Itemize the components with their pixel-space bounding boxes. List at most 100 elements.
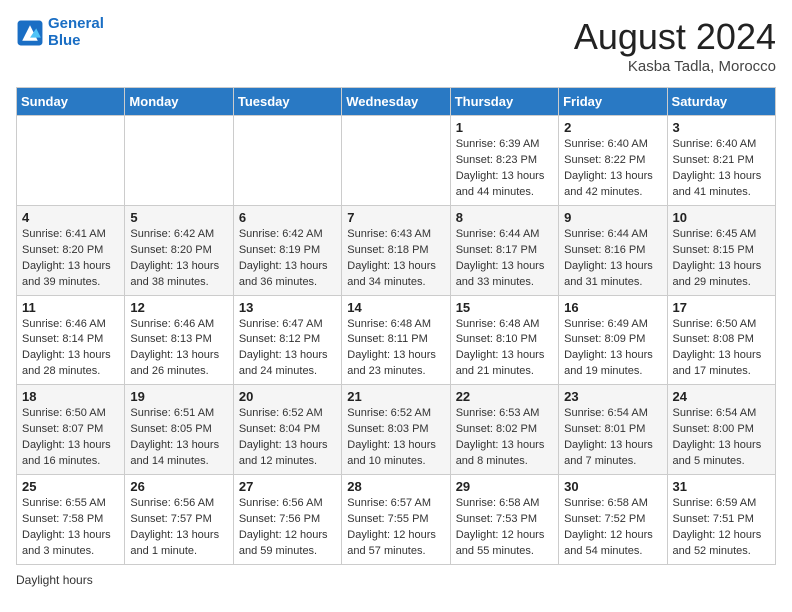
day-cell [233,116,341,206]
day-info: Sunrise: 6:48 AMSunset: 8:10 PMDaylight:… [456,317,553,381]
day-info: Sunrise: 6:40 AMSunset: 8:21 PMDaylight:… [673,137,770,201]
day-number: 23 [564,389,661,404]
day-number: 10 [673,210,770,225]
day-info: Sunrise: 6:58 AMSunset: 7:53 PMDaylight:… [456,496,553,560]
day-number: 28 [347,479,444,494]
day-info: Sunrise: 6:44 AMSunset: 8:16 PMDaylight:… [564,227,661,291]
day-info: Sunrise: 6:54 AMSunset: 8:00 PMDaylight:… [673,406,770,470]
day-cell [125,116,233,206]
day-number: 22 [456,389,553,404]
day-info: Sunrise: 6:59 AMSunset: 7:51 PMDaylight:… [673,496,770,560]
day-cell: 7Sunrise: 6:43 AMSunset: 8:18 PMDaylight… [342,205,450,295]
calendar-table: SundayMondayTuesdayWednesdayThursdayFrid… [16,87,776,565]
day-info: Sunrise: 6:50 AMSunset: 8:07 PMDaylight:… [22,406,119,470]
day-cell: 6 Sunrise: 6:42 AMSunset: 8:19 PMDaylight… [233,205,341,295]
day-cell: 10 Sunrise: 6:45 AMSunset: 8:15 PMDayligh… [667,205,775,295]
weekday-header-wednesday: Wednesday [342,88,450,116]
page-header: General Blue August 2024 Kasba Tadla, Mo… [16,16,776,75]
day-cell: 18 Sunrise: 6:50 AMSunset: 8:07 PMDayligh… [17,385,125,475]
weekday-header-saturday: Saturday [667,88,775,116]
day-number: 18 [22,389,119,404]
day-cell: 12Sunrise: 6:46 AMSunset: 8:13 PMDayligh… [125,295,233,385]
day-cell: 2Sunrise: 6:40 AMSunset: 8:22 PMDaylight… [559,116,667,206]
day-number: 29 [456,479,553,494]
day-number: 24 [673,389,770,404]
day-number: 13 [239,300,336,315]
day-info: Sunrise: 6:49 AMSunset: 8:09 PMDaylight:… [564,317,661,381]
day-number: 20 [239,389,336,404]
day-cell: 8Sunrise: 6:44 AMSunset: 8:17 PMDaylight… [450,205,558,295]
day-number: 12 [130,300,227,315]
footer-note: Daylight hours [16,573,776,587]
day-cell: 25 Sunrise: 6:55 AMSunset: 7:58 PMDayligh… [17,475,125,565]
day-cell: 5 Sunrise: 6:42 AMSunset: 8:20 PMDaylight… [125,205,233,295]
day-number: 3 [673,120,770,135]
weekday-header-thursday: Thursday [450,88,558,116]
day-info: Sunrise: 6:42 AMSunset: 8:19 PMDaylight:… [239,227,336,291]
day-info: Sunrise: 6:41 AMSunset: 8:20 PMDaylight:… [22,227,119,291]
day-info: Sunrise: 6:54 AMSunset: 8:01 PMDaylight:… [564,406,661,470]
week-row-3: 11Sunrise: 6:46 AMSunset: 8:14 PMDayligh… [17,295,776,385]
day-number: 9 [564,210,661,225]
day-number: 5 [130,210,227,225]
day-cell: 28 Sunrise: 6:57 AMSunset: 7:55 PMDayligh… [342,475,450,565]
day-number: 17 [673,300,770,315]
day-number: 25 [22,479,119,494]
day-cell [342,116,450,206]
day-cell: 13 Sunrise: 6:47 AMSunset: 8:12 PMDayligh… [233,295,341,385]
week-row-1: 1Sunrise: 6:39 AMSunset: 8:23 PMDaylight… [17,116,776,206]
day-info: Sunrise: 6:58 AMSunset: 7:52 PMDaylight:… [564,496,661,560]
day-number: 6 [239,210,336,225]
day-info: Sunrise: 6:52 AMSunset: 8:03 PMDaylight:… [347,406,444,470]
weekday-header-row: SundayMondayTuesdayWednesdayThursdayFrid… [17,88,776,116]
day-cell: 1Sunrise: 6:39 AMSunset: 8:23 PMDaylight… [450,116,558,206]
day-cell: 9 Sunrise: 6:44 AMSunset: 8:16 PMDaylight… [559,205,667,295]
day-cell: 20Sunrise: 6:52 AMSunset: 8:04 PMDayligh… [233,385,341,475]
day-info: Sunrise: 6:45 AMSunset: 8:15 PMDaylight:… [673,227,770,291]
weekday-header-sunday: Sunday [17,88,125,116]
week-row-2: 4Sunrise: 6:41 AMSunset: 8:20 PMDaylight… [17,205,776,295]
day-cell: 26Sunrise: 6:56 AMSunset: 7:57 PMDayligh… [125,475,233,565]
day-info: Sunrise: 6:47 AMSunset: 8:12 PMDaylight:… [239,317,336,381]
day-info: Sunrise: 6:50 AMSunset: 8:08 PMDaylight:… [673,317,770,381]
day-info: Sunrise: 6:48 AMSunset: 8:11 PMDaylight:… [347,317,444,381]
day-cell: 23 Sunrise: 6:54 AMSunset: 8:01 PMDayligh… [559,385,667,475]
day-cell: 3 Sunrise: 6:40 AMSunset: 8:21 PMDaylight… [667,116,775,206]
day-cell: 17 Sunrise: 6:50 AMSunset: 8:08 PMDayligh… [667,295,775,385]
day-cell: 31 Sunrise: 6:59 AMSunset: 7:51 PMDayligh… [667,475,775,565]
day-number: 8 [456,210,553,225]
month-year: August 2024 [574,16,776,58]
day-number: 14 [347,300,444,315]
day-info: Sunrise: 6:42 AMSunset: 8:20 PMDaylight:… [130,227,227,291]
day-cell: 11Sunrise: 6:46 AMSunset: 8:14 PMDayligh… [17,295,125,385]
weekday-header-tuesday: Tuesday [233,88,341,116]
day-cell [17,116,125,206]
logo-line2: Blue [48,33,104,50]
day-info: Sunrise: 6:55 AMSunset: 7:58 PMDaylight:… [22,496,119,560]
day-number: 31 [673,479,770,494]
day-number: 16 [564,300,661,315]
day-cell: 14 Sunrise: 6:48 AMSunset: 8:11 PMDayligh… [342,295,450,385]
week-row-5: 25 Sunrise: 6:55 AMSunset: 7:58 PMDayligh… [17,475,776,565]
day-info: Sunrise: 6:39 AMSunset: 8:23 PMDaylight:… [456,137,553,201]
week-row-4: 18 Sunrise: 6:50 AMSunset: 8:07 PMDayligh… [17,385,776,475]
weekday-header-friday: Friday [559,88,667,116]
logo-line1: General [48,16,104,33]
day-cell: 29 Sunrise: 6:58 AMSunset: 7:53 PMDayligh… [450,475,558,565]
day-number: 15 [456,300,553,315]
location: Kasba Tadla, Morocco [574,58,776,75]
day-info: Sunrise: 6:57 AMSunset: 7:55 PMDaylight:… [347,496,444,560]
day-cell: 16 Sunrise: 6:49 AMSunset: 8:09 PMDayligh… [559,295,667,385]
day-cell: 15 Sunrise: 6:48 AMSunset: 8:10 PMDayligh… [450,295,558,385]
day-cell: 21 Sunrise: 6:52 AMSunset: 8:03 PMDayligh… [342,385,450,475]
day-number: 27 [239,479,336,494]
day-number: 26 [130,479,227,494]
day-number: 7 [347,210,444,225]
day-info: Sunrise: 6:51 AMSunset: 8:05 PMDaylight:… [130,406,227,470]
day-number: 21 [347,389,444,404]
day-cell: 24 Sunrise: 6:54 AMSunset: 8:00 PMDayligh… [667,385,775,475]
day-cell: 30Sunrise: 6:58 AMSunset: 7:52 PMDayligh… [559,475,667,565]
day-cell: 19 Sunrise: 6:51 AMSunset: 8:05 PMDayligh… [125,385,233,475]
day-info: Sunrise: 6:53 AMSunset: 8:02 PMDaylight:… [456,406,553,470]
day-number: 19 [130,389,227,404]
